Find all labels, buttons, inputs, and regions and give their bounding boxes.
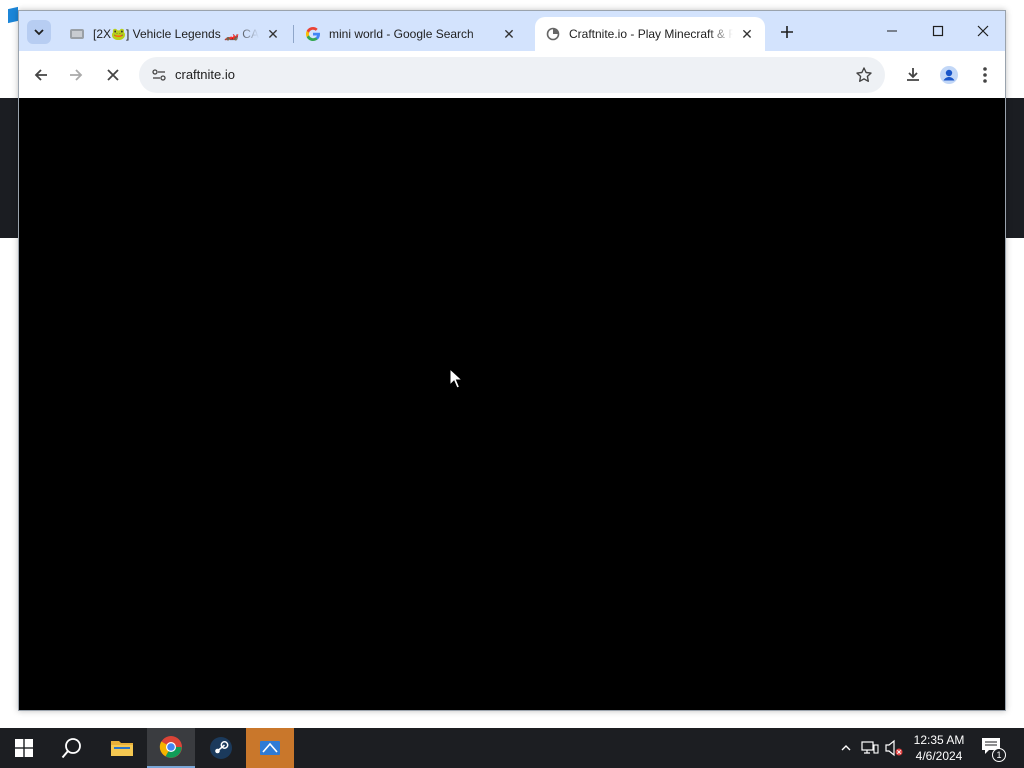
- tab-title: [2X🐸] Vehicle Legends 🏎️ CAR: [93, 27, 259, 41]
- close-icon: [977, 25, 989, 37]
- menu-button[interactable]: [971, 61, 999, 89]
- chevron-down-icon: [34, 29, 44, 36]
- site-info-icon[interactable]: [147, 63, 171, 87]
- avatar-icon: [940, 66, 958, 84]
- back-button[interactable]: [27, 61, 55, 89]
- close-icon[interactable]: ✕: [265, 26, 281, 42]
- browser-toolbar: craftnite.io: [19, 51, 1005, 98]
- tab-search-button[interactable]: [27, 20, 51, 44]
- start-button[interactable]: [0, 728, 48, 768]
- desktop-icon-fragment: [8, 6, 18, 24]
- profile-button[interactable]: [935, 61, 963, 89]
- tab-craftnite[interactable]: Craftnite.io - Play Minecraft & Fortnite…: [535, 17, 765, 51]
- close-icon[interactable]: ✕: [739, 26, 755, 42]
- tab-title: Craftnite.io - Play Minecraft & Fortnite: [569, 27, 733, 41]
- steam-taskbar-button[interactable]: [197, 728, 245, 768]
- tab-google-search[interactable]: mini world - Google Search ✕: [295, 17, 527, 51]
- arrow-right-icon: [70, 69, 83, 81]
- tab-title: mini world - Google Search: [329, 27, 474, 41]
- tab-strip: [2X🐸] Vehicle Legends 🏎️ CAR ✕ mini worl…: [19, 11, 1005, 51]
- url-text[interactable]: craftnite.io: [175, 67, 235, 82]
- clock-time: 12:35 AM: [913, 733, 965, 747]
- new-tab-button[interactable]: [775, 20, 799, 44]
- maximize-icon: [932, 25, 944, 37]
- notification-count-badge: 1: [992, 748, 1006, 762]
- stop-loading-button[interactable]: [99, 61, 127, 89]
- game-icon: [69, 26, 85, 42]
- google-icon: [305, 26, 321, 42]
- file-explorer-button[interactable]: [98, 728, 146, 768]
- roblox-studio-icon: [260, 741, 280, 755]
- taskbar-clock[interactable]: 12:35 AM 4/6/2024: [908, 732, 970, 764]
- chevron-up-icon[interactable]: [836, 738, 856, 758]
- taskbar: 12:35 AM 4/6/2024 1: [0, 728, 1024, 768]
- network-icon[interactable]: [860, 738, 880, 758]
- tab-separator: [293, 25, 294, 43]
- volume-muted-icon[interactable]: [884, 738, 904, 758]
- tab-vehicle-legends[interactable]: [2X🐸] Vehicle Legends 🏎️ CAR ✕: [59, 17, 291, 51]
- close-icon: [107, 69, 119, 81]
- roblox-studio-taskbar-button[interactable]: [246, 728, 294, 768]
- chrome-taskbar-button[interactable]: [147, 728, 195, 768]
- mouse-cursor-icon: [449, 368, 463, 389]
- clock-date: 4/6/2024: [915, 749, 963, 763]
- downloads-button[interactable]: [899, 61, 927, 89]
- chrome-icon: [159, 736, 182, 758]
- page-content[interactable]: [19, 98, 1005, 710]
- windows-start-icon: [15, 739, 33, 757]
- plus-icon: [781, 26, 793, 38]
- close-window-button[interactable]: [960, 11, 1006, 51]
- steam-icon: [210, 737, 232, 759]
- minimize-icon: [887, 30, 897, 32]
- browser-window: [2X🐸] Vehicle Legends 🏎️ CAR ✕ mini worl…: [18, 10, 1006, 711]
- search-icon: [61, 738, 81, 759]
- more-vertical-icon: [983, 67, 987, 83]
- file-explorer-icon: [111, 741, 133, 756]
- minimize-button[interactable]: [869, 11, 915, 51]
- download-icon: [907, 68, 919, 81]
- address-bar[interactable]: craftnite.io: [139, 57, 885, 93]
- arrow-left-icon: [34, 69, 47, 81]
- action-center-button[interactable]: 1: [980, 736, 1006, 762]
- taskbar-search-button[interactable]: [48, 728, 96, 768]
- bookmark-star-icon[interactable]: [853, 64, 875, 86]
- maximize-button[interactable]: [915, 11, 961, 51]
- close-icon[interactable]: ✕: [501, 26, 517, 42]
- desktop-wallpaper-strip: [0, 98, 18, 238]
- forward-button[interactable]: [62, 61, 90, 89]
- desktop-wallpaper-strip: [1006, 98, 1024, 238]
- craftnite-icon: [545, 26, 561, 42]
